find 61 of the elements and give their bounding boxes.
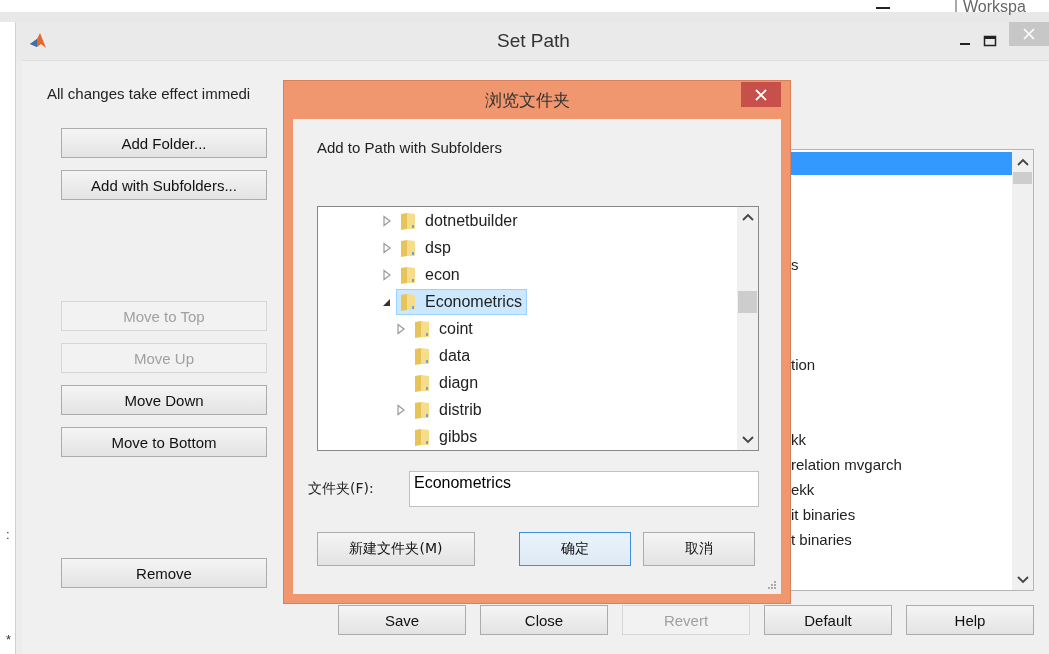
minimize-icon[interactable] xyxy=(876,4,890,10)
folder-item[interactable]: diagn xyxy=(410,369,484,396)
path-button[interactable]: Add with Subfolders... xyxy=(61,170,267,200)
path-button[interactable]: Move to Bottom xyxy=(61,427,267,457)
scrollbar[interactable] xyxy=(1012,150,1033,590)
path-row[interactable]: tion xyxy=(791,352,1012,377)
folder-item[interactable]: coint xyxy=(410,315,478,342)
scroll-thumb[interactable] xyxy=(1013,172,1032,184)
path-row[interactable]: kk xyxy=(791,427,1012,452)
folder-icon xyxy=(413,426,431,447)
close-button[interactable] xyxy=(741,82,781,107)
chevron-down-icon xyxy=(741,436,754,444)
path-row[interactable] xyxy=(791,152,1012,175)
folder-icon xyxy=(413,345,431,366)
folder-icon xyxy=(413,399,431,420)
path-row[interactable]: ekk xyxy=(791,477,1012,502)
folder-label: 文件夹(F): xyxy=(308,480,375,498)
chevron-up-icon xyxy=(1016,158,1029,166)
dialog-title: 浏览文件夹 xyxy=(483,89,571,112)
scrollbar[interactable] xyxy=(737,207,758,450)
folder-field[interactable]: Econometrics xyxy=(409,471,759,507)
close-button[interactable] xyxy=(1009,22,1049,46)
path-button[interactable]: Remove xyxy=(61,558,267,588)
path-row[interactable]: t binaries xyxy=(791,527,1012,552)
folder-icon xyxy=(413,318,431,339)
footer-button[interactable]: Save xyxy=(338,605,466,635)
folder-item[interactable]: dotnetbuilder xyxy=(396,207,523,234)
path-row[interactable]: relation mvgarch xyxy=(791,452,1012,477)
mark-glyph: : xyxy=(6,527,10,542)
app-icon xyxy=(28,31,48,51)
folder-item[interactable]: distrib xyxy=(410,396,487,423)
folder-item[interactable]: dsp xyxy=(396,234,456,261)
folder-item[interactable]: Econometrics xyxy=(396,288,527,315)
footer-button[interactable]: Help xyxy=(906,605,1034,635)
instruction-text: All changes take effect immedi xyxy=(47,85,251,104)
close-icon[interactable] xyxy=(755,88,767,101)
chevron-down-icon xyxy=(1016,576,1029,584)
folder-icon xyxy=(399,210,417,231)
folder-item[interactable]: econ xyxy=(396,261,465,288)
path-button[interactable]: Add Folder... xyxy=(61,128,267,158)
window-title: Set Path xyxy=(496,30,571,52)
path-row[interactable]: s xyxy=(791,252,1012,277)
mark-glyph: * xyxy=(6,632,12,647)
scroll-thumb[interactable] xyxy=(738,291,757,313)
maximize-icon[interactable] xyxy=(983,35,997,47)
folder-icon xyxy=(399,291,417,312)
dialog-button[interactable]: 确定 xyxy=(519,532,631,566)
dialog-button[interactable]: 新建文件夹(M) xyxy=(317,532,475,566)
path-button[interactable]: Move Down xyxy=(61,385,267,415)
footer-button[interactable]: Close xyxy=(480,605,608,635)
footer-button[interactable]: Default xyxy=(764,605,892,635)
dialog-prompt: Add to Path with Subfolders xyxy=(317,139,504,158)
folder-item[interactable]: gibbs xyxy=(410,423,483,450)
folder-item[interactable]: data xyxy=(410,342,476,369)
resize-grip-icon xyxy=(767,580,777,590)
dialog-button[interactable]: 取消 xyxy=(643,532,755,566)
folder-icon xyxy=(413,372,431,393)
folder-icon xyxy=(399,237,417,258)
chevron-up-icon xyxy=(741,213,754,221)
folder-icon xyxy=(399,264,417,285)
path-row[interactable]: it binaries xyxy=(791,502,1012,527)
